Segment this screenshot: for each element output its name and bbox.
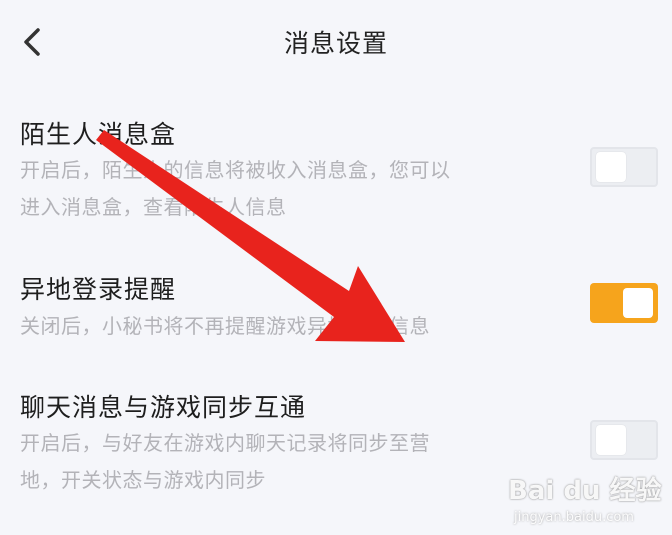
toggle-knob — [623, 288, 653, 318]
chat-game-sync-toggle[interactable] — [590, 420, 658, 460]
remote-login-alert-toggle[interactable] — [590, 283, 658, 323]
setting-description-line: 关闭后，小秘书将不再提醒游戏异地登录信息 — [20, 314, 430, 338]
toggle-knob — [596, 425, 626, 455]
toggle-knob — [596, 152, 626, 182]
setting-description-line: 开启后，陌生人的信息将被收入消息盒，您可以 — [20, 158, 451, 182]
baidu-jingyan-watermark: Bai du 经验 jingyan.baidu.com — [508, 462, 668, 532]
setting-title: 聊天消息与游戏同步互通 — [20, 393, 307, 422]
watermark-url: jingyan.baidu.com — [514, 510, 634, 525]
setting-description-line: 进入消息盒，查看陌生人信息 — [20, 195, 287, 219]
setting-title: 异地登录提醒 — [20, 275, 177, 304]
stranger-message-box-toggle[interactable] — [590, 147, 658, 187]
page-title: 消息设置 — [283, 29, 388, 58]
setting-description-line: 地，开关状态与游戏内同步 — [20, 468, 266, 492]
setting-title: 陌生人消息盒 — [20, 120, 177, 149]
watermark-brand: Bai du 经验 — [508, 476, 662, 506]
setting-description-line: 开启后，与好友在游戏内聊天记录将同步至营 — [20, 431, 430, 455]
navigation-bar: 消息设置 — [0, 0, 672, 86]
